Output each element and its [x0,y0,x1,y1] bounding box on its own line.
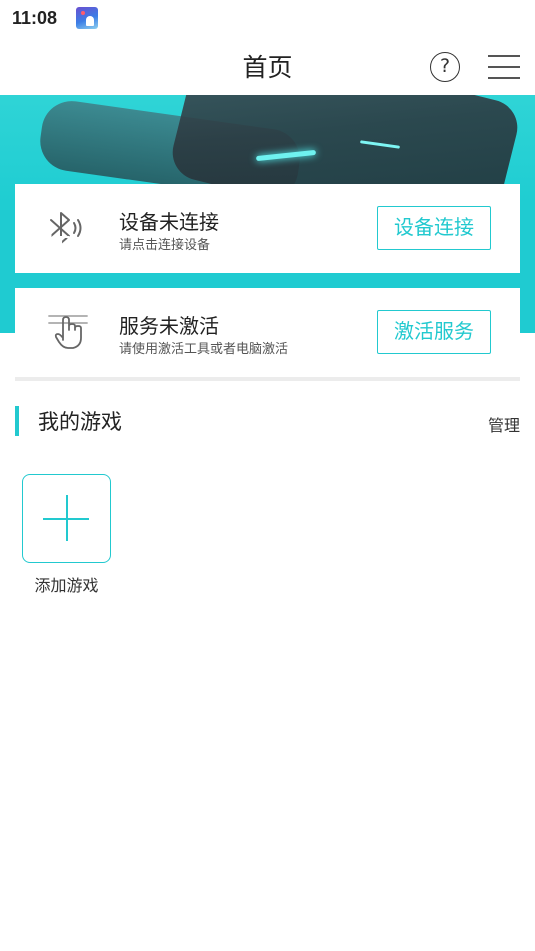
menu-icon[interactable] [488,55,520,79]
hero-title: 魔加 [16,230,73,263]
device-status-title: 设备未连接 [119,210,219,234]
notification-app-icon [76,7,98,29]
add-game-button[interactable] [22,474,111,563]
device-status-card: 设备未连接 请点击连接设备 设备连接 [15,184,520,273]
hand-touch-icon [47,310,91,350]
service-status-card: 服务未激活 请使用激活工具或者电脑激活 激活服务 [15,288,520,357]
add-game-label: 添加游戏 [34,576,99,595]
section-divider [15,377,520,381]
top-nav: 首页 ? [0,40,535,95]
connect-device-button[interactable]: 设备连接 [377,206,491,250]
activate-service-button[interactable]: 激活服务 [377,310,491,354]
manage-games-link[interactable]: 管理 [488,412,520,436]
device-status-subtitle: 请点击连接设备 [119,238,211,253]
status-bar: 11:08 [0,0,535,40]
status-time: 11:08 [12,8,58,28]
service-status-subtitle: 请使用激活工具或者电脑激活 [119,342,289,357]
help-icon[interactable]: ? [430,52,460,82]
home-screen: 11:08 首页 ? 魔加 设备未连接 请点击连接设备 设备连接 服务未激活 请… [0,0,535,951]
service-status-title: 服务未激活 [119,314,219,338]
my-games-title: 我的游戏 [38,410,122,434]
section-accent-bar [15,406,19,436]
